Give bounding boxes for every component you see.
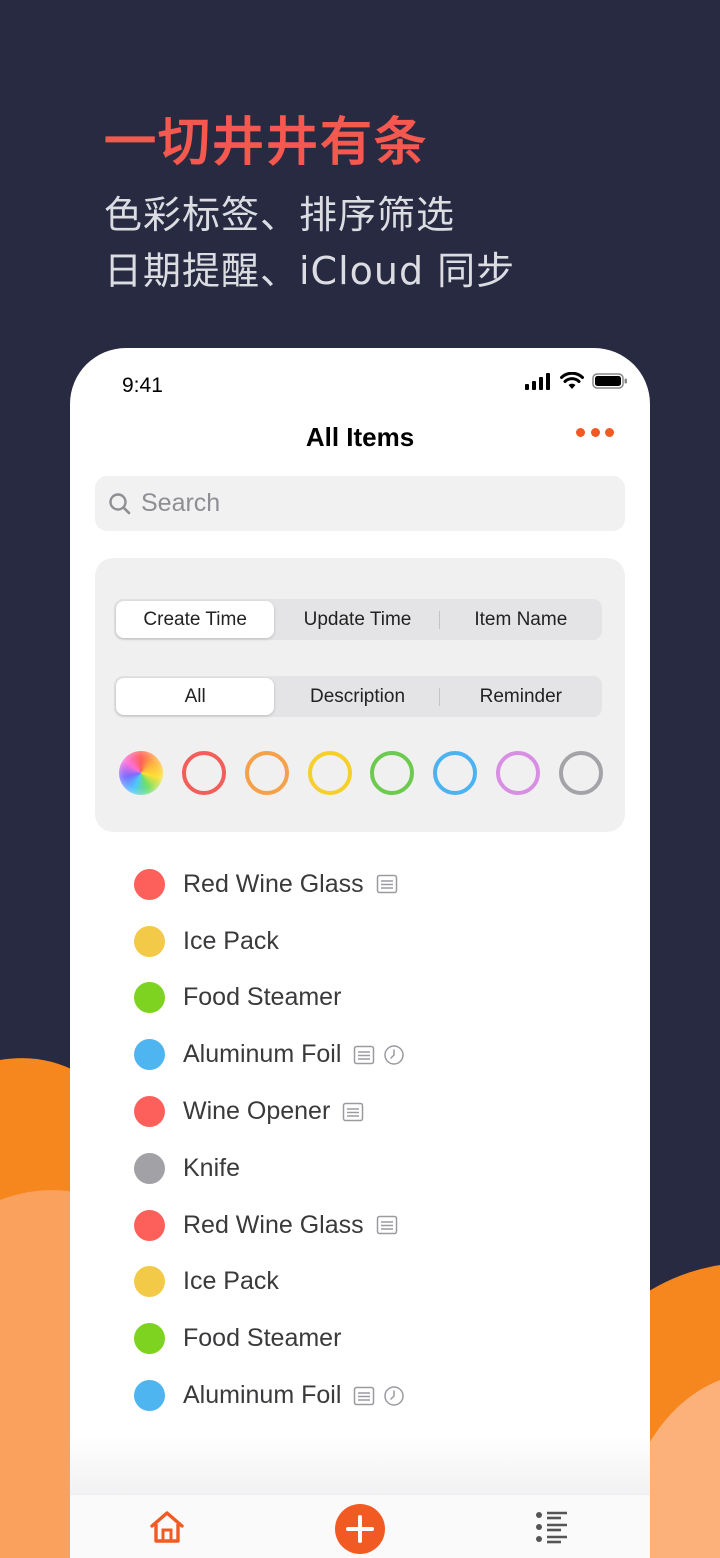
- sort-update-time[interactable]: Update Time: [278, 601, 436, 638]
- status-icons: [524, 372, 628, 390]
- item-label: Aluminum Foil: [183, 1381, 342, 1410]
- list-item[interactable]: Knife: [70, 1140, 650, 1197]
- color-tag-dot: [134, 868, 165, 900]
- list-item[interactable]: Red Wine Glass: [70, 1197, 650, 1254]
- list-item[interactable]: Aluminum Foil: [70, 1026, 650, 1083]
- item-label: Ice Pack: [183, 926, 279, 955]
- promo-headline: 一切井井有条: [104, 113, 429, 173]
- color-filter-2[interactable]: [244, 751, 289, 795]
- tab-bar: [70, 1494, 650, 1558]
- list-item[interactable]: Ice Pack: [70, 1254, 650, 1311]
- segment-divider: [438, 687, 440, 706]
- item-label: Red Wine Glass: [183, 1210, 364, 1239]
- note-icon: [342, 1101, 364, 1123]
- signal-icon: [525, 373, 550, 390]
- note-icon: [353, 1385, 375, 1407]
- color-tag-dot: [134, 1323, 165, 1355]
- item-label: Food Steamer: [183, 983, 342, 1012]
- battery-icon: [592, 373, 627, 389]
- color-tag-dot: [134, 1380, 165, 1412]
- promo-subline-1: 色彩标签、排序筛选: [104, 193, 456, 237]
- list-item[interactable]: Food Steamer: [70, 1310, 650, 1367]
- item-label: Food Steamer: [183, 1324, 342, 1353]
- filter-description[interactable]: Description: [278, 678, 436, 715]
- item-label: Aluminum Foil: [183, 1040, 342, 1069]
- note-icon: [376, 1214, 398, 1236]
- search-placeholder: Search: [141, 489, 221, 517]
- color-tag-dot: [134, 1096, 165, 1128]
- color-filter-4[interactable]: [370, 751, 415, 795]
- filter-reminder[interactable]: Reminder: [442, 678, 600, 715]
- item-label: Red Wine Glass: [183, 869, 364, 898]
- color-filter-1[interactable]: [181, 751, 226, 795]
- color-filter-3[interactable]: [307, 751, 352, 795]
- color-filter-5[interactable]: [433, 751, 478, 795]
- sort-item-name[interactable]: Item Name: [442, 601, 600, 638]
- color-tag-dot: [134, 1266, 165, 1298]
- item-label: Wine Opener: [183, 1097, 331, 1126]
- segment-divider: [438, 610, 440, 629]
- list-item[interactable]: Wine Opener: [70, 1083, 650, 1140]
- list-item[interactable]: Aluminum Foil: [70, 1367, 650, 1424]
- status-time: 9:41: [122, 374, 163, 397]
- item-label: Ice Pack: [183, 1267, 279, 1296]
- search-icon: [109, 492, 131, 514]
- item-label: Knife: [183, 1153, 240, 1182]
- list-icon[interactable]: [534, 1509, 570, 1545]
- sort-create-time[interactable]: Create Time: [116, 601, 275, 638]
- clock-icon: [383, 1385, 405, 1407]
- color-filter-all[interactable]: [119, 751, 163, 795]
- home-icon[interactable]: [148, 1509, 186, 1545]
- filter-all[interactable]: All: [116, 678, 275, 715]
- phone-screen: 9:41 All Items Search Create Time Update…: [70, 348, 650, 1558]
- tabbar-fade: [70, 1434, 650, 1494]
- page-title: All Items: [305, 422, 415, 452]
- clock-icon: [383, 1044, 405, 1066]
- color-tag-dot: [134, 982, 165, 1014]
- list-item[interactable]: Ice Pack: [70, 913, 650, 970]
- list-item[interactable]: Red Wine Glass: [70, 856, 650, 913]
- add-icon[interactable]: [334, 1503, 386, 1555]
- more-icon[interactable]: [576, 428, 614, 440]
- list-item[interactable]: Food Steamer: [70, 970, 650, 1027]
- sort-segmented-control: Create Time Update Time Item Name: [114, 599, 602, 640]
- note-icon: [353, 1044, 375, 1066]
- promo-subline-2: 日期提醒、iCloud 同步: [104, 249, 516, 293]
- color-filter-row: [119, 750, 603, 796]
- note-icon: [376, 873, 398, 895]
- color-tag-dot: [134, 1152, 165, 1184]
- filter-segmented-control: All Description Reminder: [114, 676, 602, 717]
- color-filter-6[interactable]: [496, 751, 541, 795]
- color-tag-dot: [134, 925, 165, 957]
- search-input[interactable]: Search: [95, 476, 625, 531]
- color-tag-dot: [134, 1039, 165, 1071]
- filter-panel: Create Time Update Time Item Name All De…: [95, 558, 625, 832]
- color-filter-7[interactable]: [558, 751, 603, 795]
- wifi-icon: [560, 372, 584, 389]
- item-list: Red Wine Glass Ice Pack Food Steamer Alumin…: [70, 856, 650, 1424]
- color-tag-dot: [134, 1209, 165, 1241]
